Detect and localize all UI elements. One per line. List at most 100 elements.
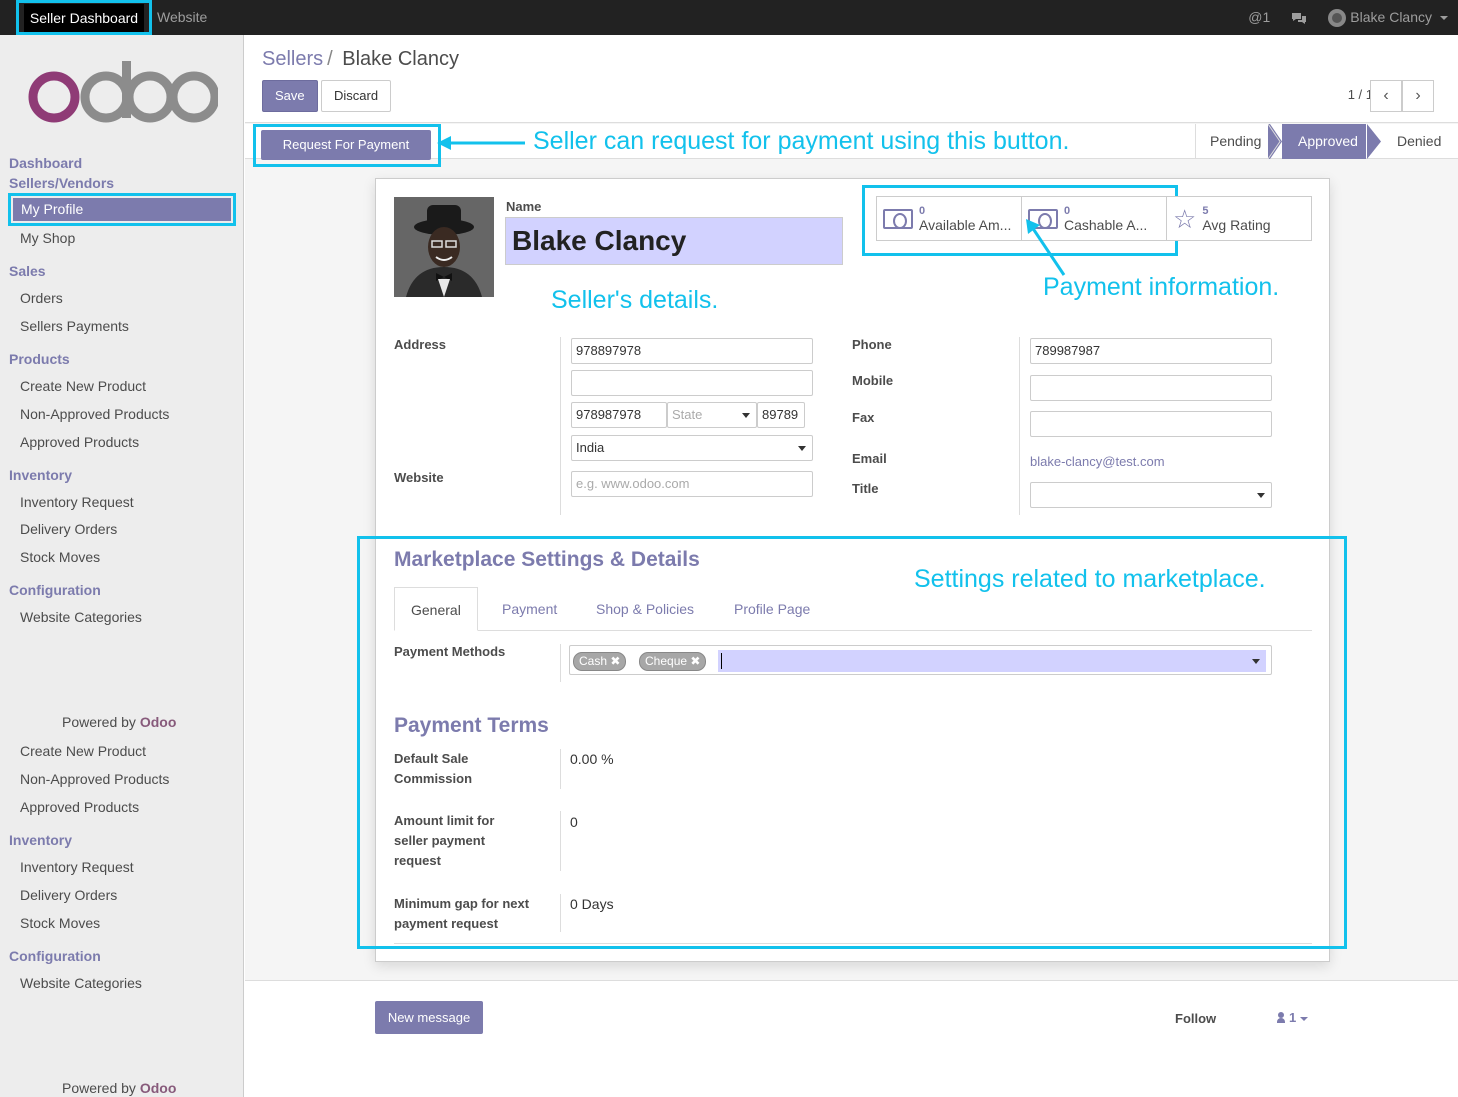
mobile-label: Mobile [852,373,894,388]
payment-methods-input[interactable] [718,650,1266,672]
star-icon: ☆ [1173,203,1197,234]
sidebar-section-inventory-2[interactable]: Inventory [9,832,72,848]
sidebar-section-products[interactable]: Products [9,351,70,367]
sidebar-item-create-new-product[interactable]: Create New Product [20,378,146,394]
marketplace-section-title: Marketplace Settings & Details [394,548,700,571]
min-gap-label: Minimum gap for next payment request [394,896,530,931]
pager-next-button[interactable]: › [1402,80,1434,112]
followers-button[interactable]: 1 [1277,1010,1309,1025]
payment-method-tag[interactable]: Cheque ✖ [639,652,707,671]
sidebar-section-inventory[interactable]: Inventory [9,467,72,483]
street-input[interactable]: 978897978 [571,338,813,364]
field-divider [560,811,561,871]
chat-icon[interactable] [1290,11,1308,25]
sidebar-item-create-new-product-2[interactable]: Create New Product [20,743,146,759]
sidebar-item-approved-products-2[interactable]: Approved Products [20,799,139,815]
mentions-counter[interactable]: @1 [1248,0,1270,35]
sidebar-item-my-shop[interactable]: My Shop [20,230,75,246]
user-name: Blake Clancy [1350,9,1432,25]
nav-seller-dashboard[interactable]: Seller Dashboard [16,0,152,35]
sidebar-item-website-categories-2[interactable]: Website Categories [20,975,142,991]
payment-method-tag[interactable]: Cash ✖ [573,652,627,671]
website-input[interactable]: e.g. www.odoo.com [571,471,813,497]
field-divider [1019,337,1020,515]
seller-avatar[interactable] [394,197,494,297]
chatter: New message Follow 1 [245,980,1458,1097]
stat-avg-rating-button[interactable]: ☆ 5 Avg Rating [1166,196,1312,241]
follow-button[interactable]: Follow [1175,1011,1216,1026]
fax-input[interactable] [1030,411,1272,437]
city-input[interactable]: 978987978 [571,402,667,428]
sidebar-item-non-approved-products[interactable]: Non-Approved Products [20,406,169,422]
sidebar-item-label: My Profile [13,198,231,221]
sidebar-item-stock-moves[interactable]: Stock Moves [20,549,100,565]
nav-website[interactable]: Website [157,0,207,35]
street2-input[interactable] [571,370,813,396]
pager-previous-button[interactable]: ‹ [1370,80,1402,112]
sidebar-section-sales[interactable]: Sales [9,263,46,279]
field-divider [560,894,561,932]
tab-shop-policies[interactable]: Shop & Policies [580,587,710,631]
sidebar-section-configuration-2[interactable]: Configuration [9,948,101,964]
sidebar-item-stock-moves-2[interactable]: Stock Moves [20,915,100,931]
close-icon[interactable]: ✖ [690,654,700,668]
breadcrumb-sellers[interactable]: Sellers [262,48,323,70]
powered-by-brand-2[interactable]: Odoo [140,1080,177,1096]
amount-limit-value: 0 [570,814,578,830]
chevron-down-icon [742,413,750,418]
title-select[interactable] [1030,482,1272,508]
discard-button[interactable]: Discard [321,80,392,112]
stage-pending[interactable]: Pending [1195,124,1275,159]
user-avatar-icon [1328,8,1347,27]
annotation-request-button: Seller can request for payment using thi… [533,127,1070,155]
stat-available-amount-button[interactable]: 0 Available Am... [876,196,1022,241]
new-message-button[interactable]: New message [375,1001,483,1034]
stage-approved[interactable]: Approved [1282,124,1366,159]
address-label: Address [394,337,447,352]
field-divider [560,644,561,682]
request-for-payment-button[interactable]: Request For Payment [261,130,431,160]
sidebar-item-orders[interactable]: Orders [20,290,63,306]
website-label: Website [394,470,444,485]
payment-methods-field[interactable]: Cash ✖ Cheque ✖ [569,645,1272,675]
sidebar-item-inventory-request[interactable]: Inventory Request [20,494,134,510]
field-divider [560,337,561,515]
email-link[interactable]: blake-clancy@test.com [1030,454,1165,469]
marketplace-tabs: General Payment Shop & Policies Profile … [394,587,1312,631]
sidebar-item-non-approved-products-2[interactable]: Non-Approved Products [20,771,169,787]
sidebar-item-website-categories[interactable]: Website Categories [20,609,142,625]
arrow-payment-annotation [1026,219,1066,276]
phone-input[interactable]: 789987987 [1030,338,1272,364]
sidebar-section-configuration[interactable]: Configuration [9,582,101,598]
mobile-input[interactable] [1030,375,1272,401]
save-button[interactable]: Save [262,80,318,112]
default-commission-label: Default Sale Commission [394,751,473,786]
user-menu[interactable]: Blake Clancy [1328,0,1448,35]
tab-general[interactable]: General [394,587,478,631]
sidebar-item-inventory-request-2[interactable]: Inventory Request [20,859,134,875]
name-input[interactable]: Blake Clancy [505,217,843,265]
sidebar-item-my-profile[interactable]: My Profile [8,193,236,226]
zip-input[interactable]: 89789 [757,402,805,428]
stat-value: 0 [1064,204,1071,217]
state-select[interactable]: State [667,402,757,428]
tab-payment[interactable]: Payment [486,587,573,631]
sidebar-section-sellers[interactable]: Sellers/Vendors [9,175,114,191]
top-navbar: Seller Dashboard Website @1 Blake Clancy [0,0,1458,35]
sidebar: Dashboard Sellers/Vendors My Profile My … [0,35,244,1097]
country-select[interactable]: India [571,435,813,461]
seller-photo [394,197,494,297]
sidebar-item-sellers-payments[interactable]: Sellers Payments [20,318,129,334]
powered-by-2: Powered by Odoo [62,1080,177,1096]
sidebar-item-delivery-orders[interactable]: Delivery Orders [20,521,117,537]
close-icon[interactable]: ✖ [610,654,620,668]
chevron-right-icon: › [1415,87,1421,104]
tab-profile-page[interactable]: Profile Page [718,587,826,631]
form-sheet: Name Blake Clancy 0 Available Am... 0 Cash… [357,178,1347,962]
sidebar-item-approved-products[interactable]: Approved Products [20,434,139,450]
stage-denied[interactable]: Denied [1383,124,1455,159]
sidebar-item-delivery-orders-2[interactable]: Delivery Orders [20,887,117,903]
amount-limit-label: Amount limit for seller payment request [394,813,495,868]
sidebar-section-dashboard[interactable]: Dashboard [9,155,82,171]
powered-by-brand[interactable]: Odoo [140,714,177,730]
